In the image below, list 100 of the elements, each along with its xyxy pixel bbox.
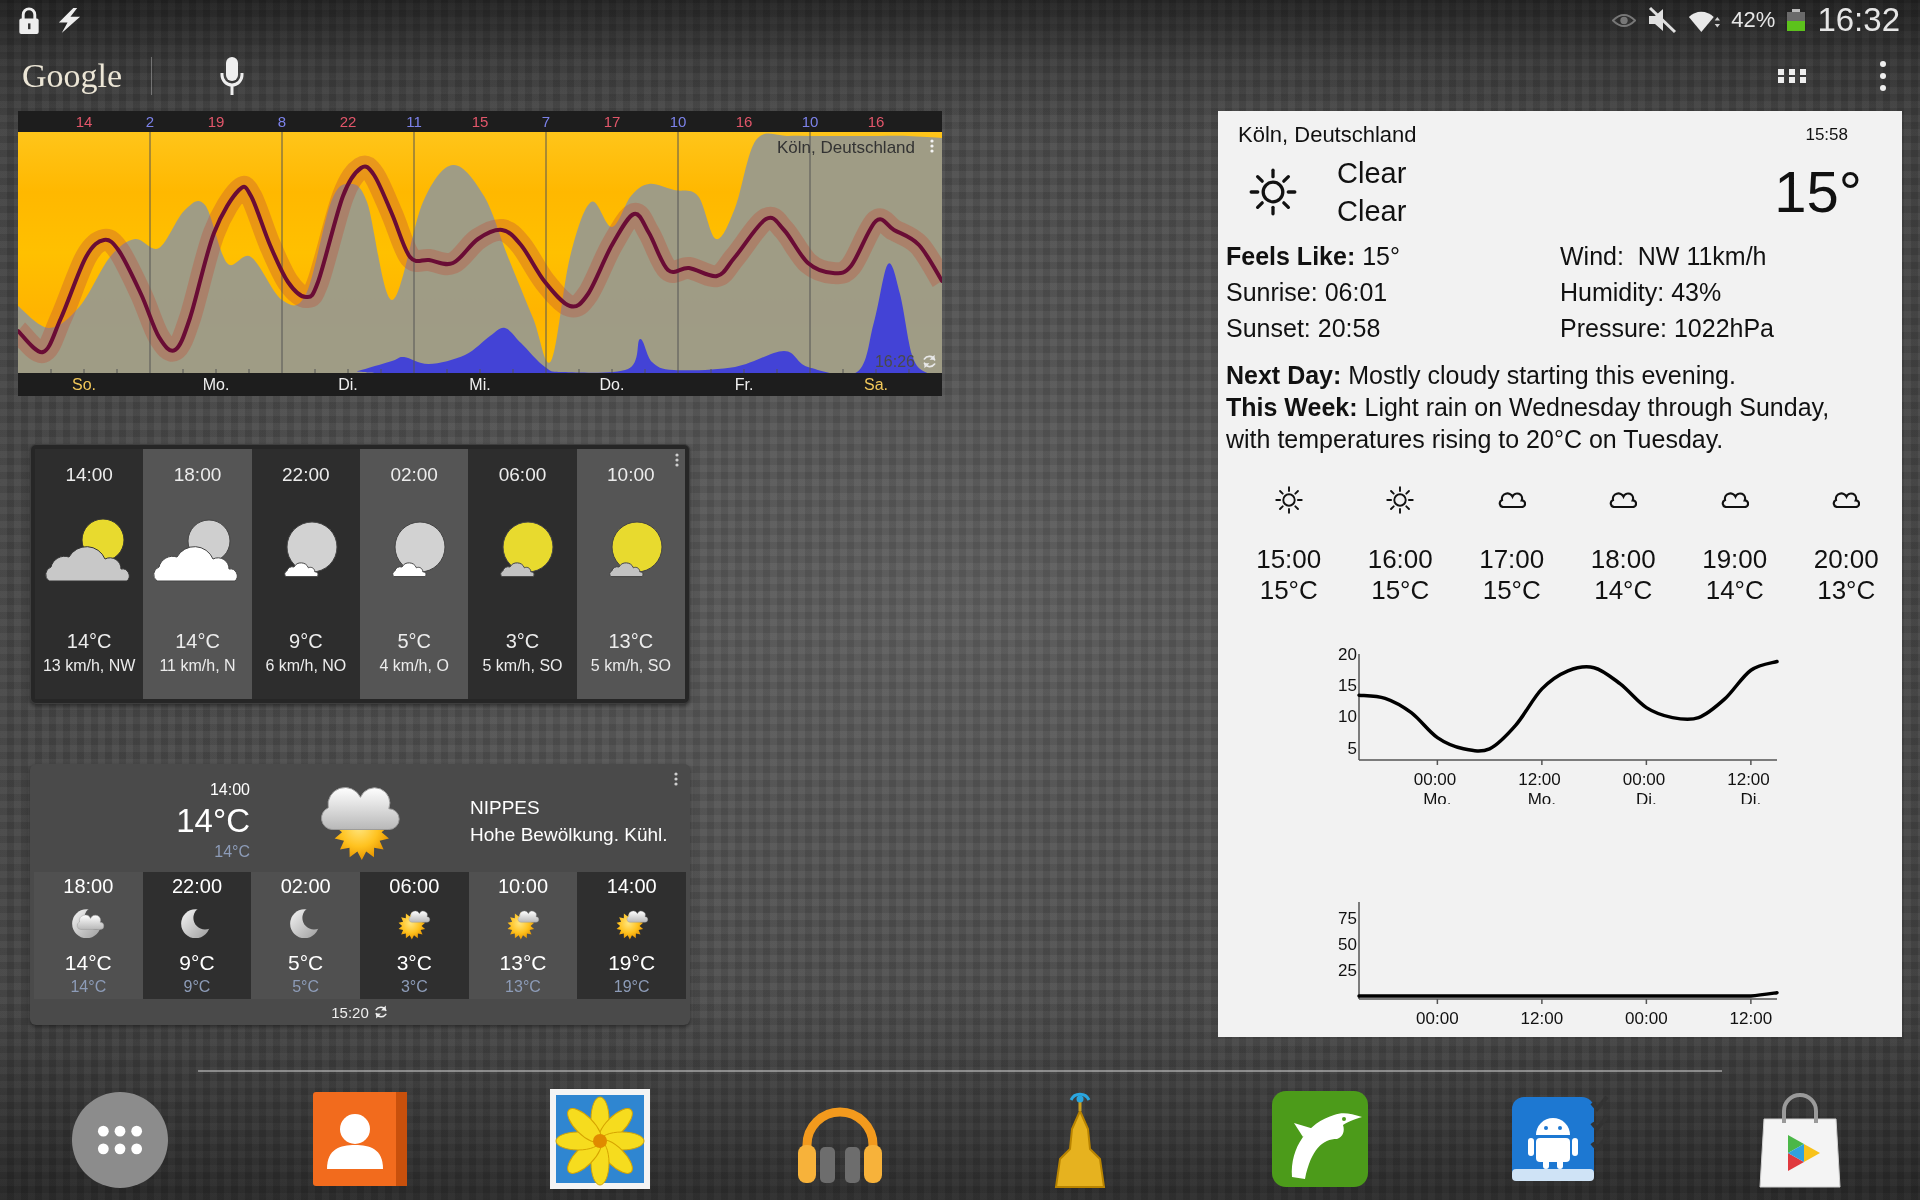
feels-like-text: 14°C (70, 977, 107, 997)
temperature-text: 14°C (66, 629, 112, 653)
overflow-menu-icon[interactable] (675, 453, 679, 467)
hour-time: 18:00 (173, 463, 222, 487)
temperature-text: 5°C (288, 951, 324, 975)
hour-time: 22:00 (171, 875, 222, 897)
temperature-text: 13°C (1817, 575, 1876, 606)
wind-text: 5 km/h, SO (482, 656, 563, 676)
hour-time: 10:00 (607, 463, 655, 487)
forecast-text: This Week: Light rain on Wednesday through Sunday, with temperatures rising to 20°C on Tuesday. (1226, 392, 1831, 455)
temperature-text: 14°C (1705, 575, 1764, 606)
axis-label: 00:00 (1625, 1009, 1668, 1028)
day-label: Do. (598, 375, 626, 395)
min-temperature-label: 8 (276, 112, 288, 132)
hour-time: 16:00 (1367, 544, 1433, 575)
location-label: Köln, Deutschland (777, 138, 915, 158)
microphone-icon[interactable] (220, 56, 245, 95)
day-label: Di. (337, 375, 359, 395)
temperature-text: 9°C (179, 951, 215, 975)
wind-text: 4 km/h, O (379, 656, 449, 676)
max-temperature-label: 16 (734, 112, 754, 132)
sun-icon (1386, 486, 1415, 514)
current-temperature: 14°C (176, 802, 250, 840)
max-temperature-label: 14 (74, 112, 94, 132)
max-temperature-label: 15 (470, 112, 490, 132)
temperature-text: 19°C (608, 951, 656, 975)
hour-time: 20:00 (1813, 544, 1879, 575)
mute-icon (1647, 6, 1678, 34)
overflow-menu-icon[interactable] (1880, 60, 1886, 91)
wind-text: 6 km/h, NO (265, 656, 347, 676)
sun-icon (1249, 168, 1297, 216)
feels-like-text: 19°C (613, 977, 650, 997)
wind-text: 11 km/h, N (159, 656, 236, 676)
dolphin-icon[interactable] (1270, 1089, 1370, 1189)
weather-summary: Hohe Bewölkung. Kühl. (470, 823, 668, 847)
wind-text: 13 km/h, NW (42, 656, 136, 676)
day-label: So. (71, 375, 97, 395)
axis-label: 10 (1338, 707, 1357, 727)
search-logo[interactable]: Google (22, 54, 123, 97)
max-temperature-label: 22 (338, 112, 358, 132)
temperature-text: 3°C (505, 629, 540, 653)
hour-time: 02:00 (280, 875, 331, 897)
max-temperature-label: 19 (206, 112, 226, 132)
min-temperature-label: 11 (405, 112, 423, 132)
temperature-text: 13°C (608, 629, 654, 653)
weather-detail: Humidity: 43% (1560, 277, 1723, 308)
day-label: Sa. (863, 375, 889, 395)
day-label: Mi. (468, 375, 492, 395)
overflow-menu-icon[interactable] (674, 772, 678, 786)
feels-like-text: 9°C (183, 977, 211, 997)
cloud-icon (1720, 492, 1749, 508)
feels-like-text: 13°C (505, 977, 541, 997)
hour-time: 14:00 (65, 463, 113, 487)
update-time: 16:26 (874, 352, 915, 372)
temperature-text: 15°C (1371, 575, 1430, 606)
forecast-time: 14:00 (209, 780, 250, 800)
update-time: 15:58 (1805, 124, 1848, 146)
condition-text: Clear (1337, 156, 1407, 191)
wind-text: 5 km/h, SO (590, 656, 671, 676)
day-label: Mo. (201, 375, 231, 395)
axis-label: 12:00 (1729, 1009, 1773, 1028)
feels-like-text: 3°C (400, 977, 428, 997)
temperature-text: 9°C (289, 629, 323, 653)
current-temperature: 15° (1774, 160, 1862, 224)
district-name: NIPPES (470, 796, 540, 820)
app-drawer-icon[interactable] (71, 1091, 169, 1189)
update-time: 15:20 (331, 1003, 369, 1021)
min-temperature-label: 7 (540, 112, 552, 132)
feels-like-text: 5°C (292, 977, 320, 997)
location-name: Köln, Deutschland (1238, 121, 1417, 149)
padlock-icon (18, 5, 40, 35)
forecast-text: Next Day: Mostly cloudy starting this evening. (1226, 360, 1737, 391)
day-label: Fr. (733, 375, 755, 395)
cloud-icon (1832, 492, 1861, 508)
flower-photo-icon[interactable] (550, 1089, 650, 1189)
weather-detail: Wind: NW 11km/h (1560, 241, 1768, 272)
person-card-icon[interactable] (310, 1089, 410, 1189)
temperature-text: 13°C (499, 951, 547, 975)
apps-grid-icon[interactable] (1778, 68, 1806, 83)
axis-label: 12:00 (1520, 1009, 1564, 1028)
temperature-text: 5°C (397, 629, 431, 653)
sun-icon (1274, 486, 1303, 514)
hour-time: 17:00 (1479, 544, 1545, 575)
refresh-icon[interactable] (372, 1004, 389, 1020)
cloud-icon (1609, 492, 1638, 508)
tower-icon[interactable] (1052, 1091, 1108, 1189)
min-temperature-label: 10 (800, 112, 820, 132)
axis-label: 50 (1338, 934, 1357, 954)
min-temperature-label: 2 (144, 112, 156, 132)
axis-label: 20 (1338, 645, 1357, 664)
eye-icon (1612, 11, 1637, 29)
axis-label: 15 (1338, 676, 1357, 696)
weather-detail: Feels Like: 15° (1226, 241, 1401, 272)
weather-detail: Pressure: 1022hPa (1560, 313, 1776, 344)
temperature-text: 14°C (1594, 575, 1653, 606)
axis-label: 5 (1347, 738, 1357, 758)
axis-label: 00:00 (1416, 1009, 1459, 1028)
hour-time: 18:00 (63, 875, 114, 897)
battery-icon (1786, 9, 1807, 31)
axis-label: 25 (1338, 960, 1357, 980)
